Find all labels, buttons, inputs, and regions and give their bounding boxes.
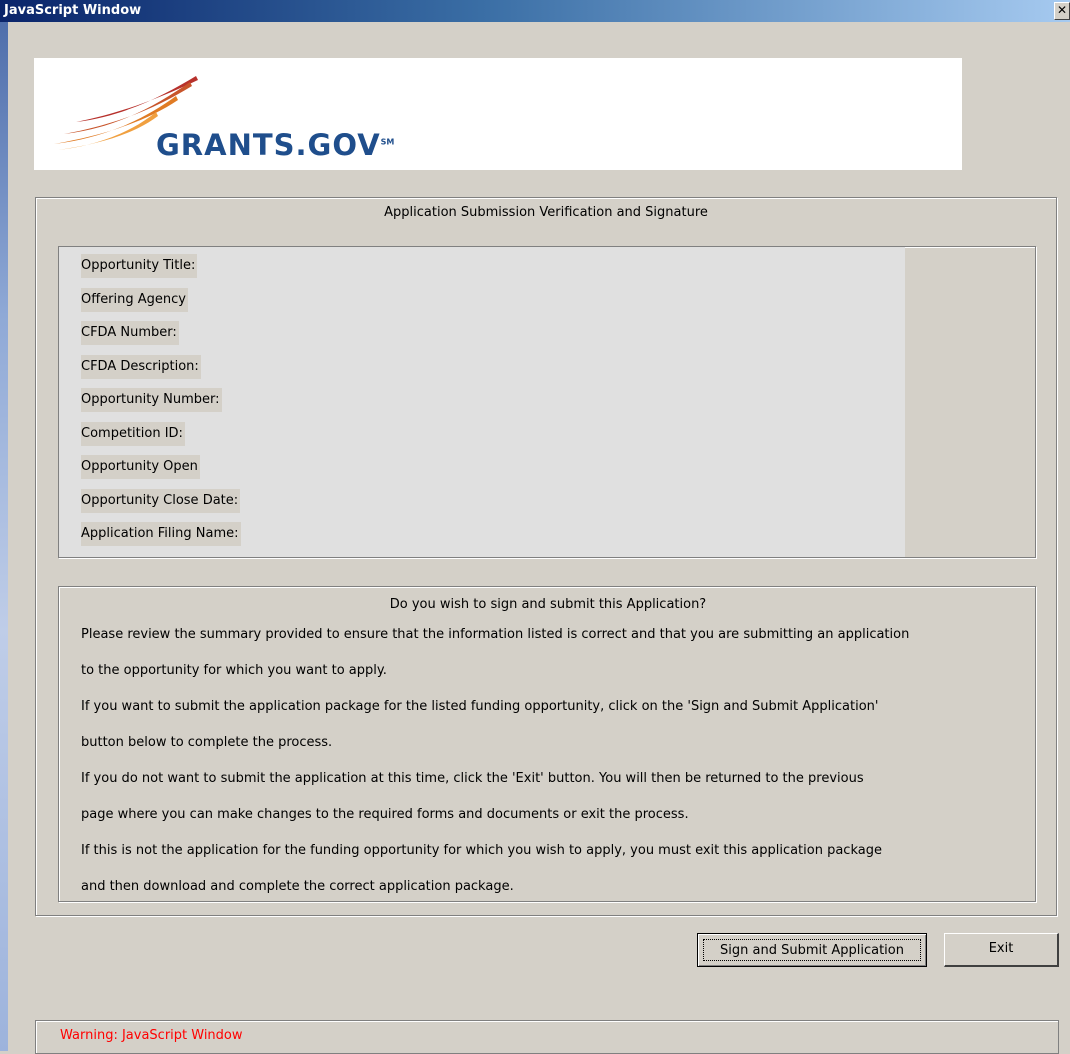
javascript-window: JavaScript Window ✕ GRANTS.GOVSM Applica… [0,0,1070,1054]
summary-field-label: Opportunity Close Date: [81,488,241,513]
message-line: to the opportunity for which you want to… [81,663,387,678]
summary-field-label: Opportunity Title: [81,254,198,278]
summary-field-label: Application Filing Name: [81,522,241,546]
message-line: If you want to submit the application pa… [81,699,879,714]
close-icon: ✕ [1056,3,1068,17]
confirmation-message-panel: Do you wish to sign and submit this Appl… [58,586,1036,902]
title-bar[interactable]: JavaScript Window ✕ [0,0,1070,22]
warning-text: Warning: JavaScript Window [60,1028,243,1043]
summary-field-label: CFDA Number: [81,321,179,345]
message-line: Please review the summary provided to en… [81,627,910,642]
service-mark: SM [380,137,395,147]
window-title: JavaScript Window [4,3,142,18]
summary-field-label: Competition ID: [81,421,185,446]
grants-gov-logo: GRANTS.GOVSM [34,58,962,170]
opportunity-summary-panel: Opportunity Title: Offering Agency CFDA Nu… [58,246,1036,558]
message-line: button below to complete the process. [81,735,333,750]
message-line: page where you can make changes to the r… [81,807,689,822]
sign-and-submit-button[interactable]: Sign and Submit Application [697,933,927,967]
summary-field-label: Opportunity Open [81,455,200,479]
desktop-background-strip [0,0,8,1051]
warning-bar: Warning: JavaScript Window [35,1020,1059,1054]
summary-field-label: Offering Agency [81,287,188,312]
form-title: Application Submission Verification and … [384,205,708,220]
close-button[interactable]: ✕ [1054,2,1070,20]
message-line: and then download and complete the corre… [81,879,514,894]
message-line: If this is not the application for the f… [81,843,882,858]
confirmation-question: Do you wish to sign and submit this Appl… [389,597,707,612]
exit-button[interactable]: Exit [944,933,1059,967]
submit-button-label: Sign and Submit Application [703,939,921,961]
summary-field-label: CFDA Description: [81,354,201,379]
logo-text: GRANTS.GOVSM [156,128,395,162]
summary-field-label: Opportunity Number: [81,388,222,412]
message-line: If you do not want to submit the applica… [81,771,864,786]
